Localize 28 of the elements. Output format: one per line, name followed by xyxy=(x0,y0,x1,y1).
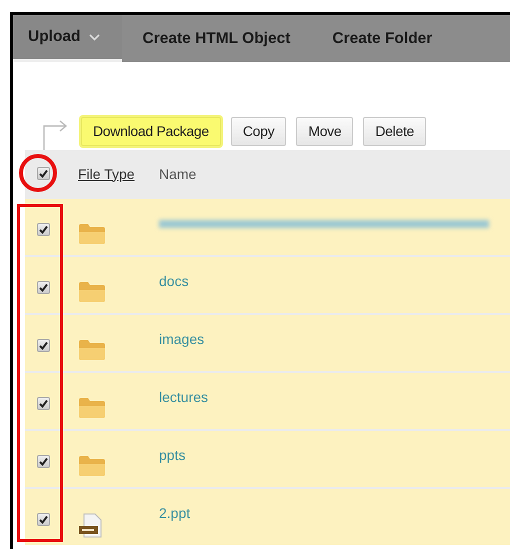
upload-menu[interactable]: Upload xyxy=(13,15,122,62)
checkbox[interactable] xyxy=(36,167,50,180)
action-button[interactable]: Delete xyxy=(363,116,426,146)
column-header: Name xyxy=(159,166,196,182)
folder-icon xyxy=(78,223,106,245)
action-button[interactable]: Move xyxy=(296,116,354,146)
checkbox[interactable] xyxy=(36,339,50,352)
action-button[interactable]: Download Package xyxy=(81,116,221,146)
file-name-link[interactable]: lectures xyxy=(159,389,208,405)
file-type-link[interactable]: File Type xyxy=(78,166,135,182)
chevron-down-icon xyxy=(88,34,100,40)
checkbox[interactable] xyxy=(36,397,50,410)
folder-icon xyxy=(78,455,106,477)
folder-icon xyxy=(78,281,106,303)
checkbox[interactable] xyxy=(36,513,50,526)
file-name-link[interactable]: 2.ppt xyxy=(159,505,190,521)
checkbox[interactable] xyxy=(36,455,50,468)
folder-icon xyxy=(78,397,106,419)
file-name-link[interactable]: images xyxy=(159,331,204,347)
ppt-file-icon xyxy=(78,513,104,539)
action-button[interactable]: Copy xyxy=(230,116,286,146)
checkbox[interactable] xyxy=(36,281,50,294)
toolbar-button[interactable]: Create HTML Object xyxy=(122,15,312,62)
checkbox[interactable] xyxy=(36,223,50,236)
folder-icon xyxy=(78,339,106,361)
file-name-link[interactable]: docs xyxy=(159,273,189,289)
file-name-link[interactable]: ppts xyxy=(159,447,186,463)
toolbar-button[interactable]: Create Folder xyxy=(311,15,454,62)
